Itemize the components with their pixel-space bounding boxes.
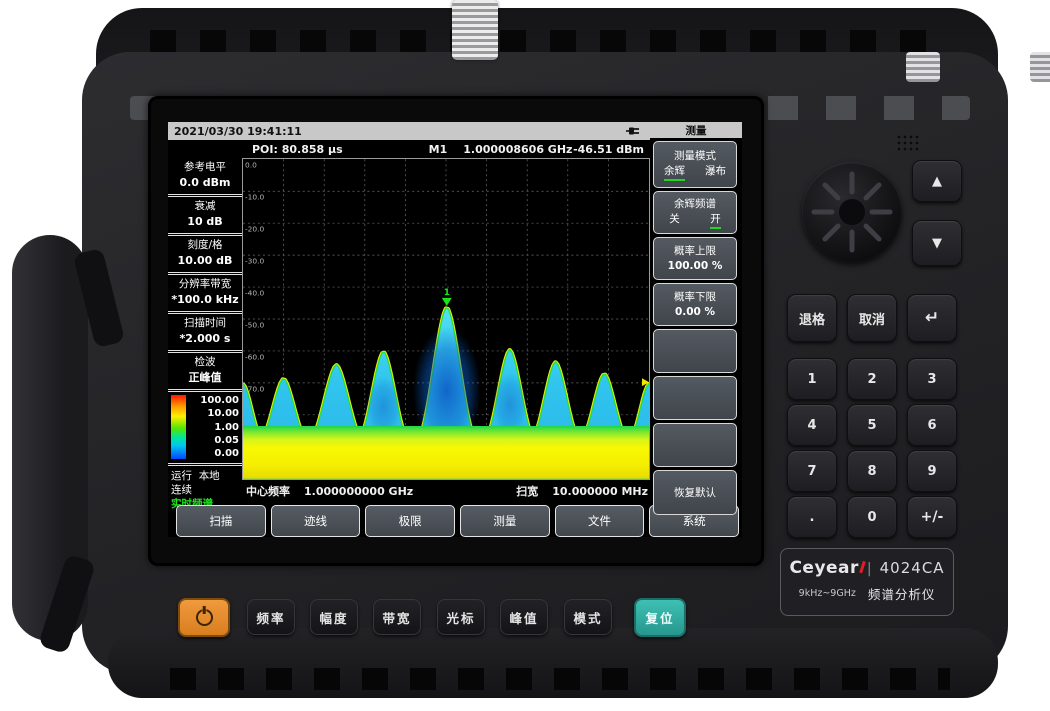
plus-minus-key[interactable]: +/-: [907, 496, 957, 538]
center-freq-label: 中心频率: [246, 483, 290, 499]
marker-key[interactable]: 光标: [437, 599, 485, 635]
softkey-limit[interactable]: 极限: [365, 505, 455, 537]
param-rbw: 分辨率带宽 *100.0 kHz: [168, 275, 242, 314]
marker-frequency: 1.000008606 GHz: [463, 143, 572, 156]
digit-1-key[interactable]: 1: [787, 358, 837, 400]
cancel-button[interactable]: 取消: [847, 294, 897, 342]
param-sweep-time: 扫描时间 *2.000 s: [168, 314, 242, 353]
menu-item-blank[interactable]: [653, 376, 737, 420]
persistence-color-scale: 100.00 10.00 1.00 0.05 0.00: [168, 392, 242, 466]
param-scale-div: 刻度/格 10.00 dB: [168, 236, 242, 275]
softkey-measure[interactable]: 测量: [460, 505, 550, 537]
frequency-range-label: 9kHz~9GHz: [799, 588, 856, 599]
spectrum-plot: 0.0-10.0-20.0-30.0-40.0-50.0-60.0-70.01: [243, 159, 649, 479]
center-freq-value: 1.000000000 GHz: [304, 485, 413, 498]
svg-text:-20.0: -20.0: [245, 225, 265, 234]
power-plug-icon: [625, 125, 642, 137]
softkey-sweep[interactable]: 扫描: [176, 505, 266, 537]
bottom-bumper-ribs: [170, 668, 950, 690]
menu-item-persistence-spectrum[interactable]: 余辉频谱 关 开: [653, 191, 737, 234]
spectrum-analyzer-device: 2021/03/30 19:41:11 POI: 80.858 μs M1 1.…: [0, 0, 1050, 711]
menu-item-measure-mode[interactable]: 测量模式 余辉 瀑布: [653, 141, 737, 188]
digit-3-key[interactable]: 3: [907, 358, 957, 400]
amplitude-key[interactable]: 幅度: [310, 599, 358, 635]
softkey-trace[interactable]: 迹线: [271, 505, 361, 537]
measure-menu-panel: 测量 测量模式 余辉 瀑布 余辉频谱 关 开 概率上: [650, 122, 742, 502]
span-label: 扫宽: [516, 483, 538, 499]
enter-button[interactable]: ↵: [907, 294, 957, 342]
digit-4-key[interactable]: 4: [787, 404, 837, 446]
brand-plate: Ceyear | 4024CA 9kHz~9GHz 频谱分析仪: [780, 548, 954, 616]
svg-text:-50.0: -50.0: [245, 320, 265, 329]
menu-item-blank[interactable]: [653, 423, 737, 467]
reset-key[interactable]: 复位: [634, 598, 686, 637]
param-detector: 检波 正峰值: [168, 353, 242, 392]
menu-title: 测量: [650, 122, 742, 138]
span-value: 10.000000 MHz: [552, 485, 648, 498]
spectrum-display: 0.0-10.0-20.0-30.0-40.0-50.0-60.0-70.01: [242, 158, 650, 480]
digit-5-key[interactable]: 5: [847, 404, 897, 446]
svg-text:-60.0: -60.0: [245, 352, 265, 361]
digit-2-key[interactable]: 2: [847, 358, 897, 400]
digit-7-key[interactable]: 7: [787, 450, 837, 492]
decimal-key[interactable]: .: [787, 496, 837, 538]
param-attenuation: 衰减 10 dB: [168, 197, 242, 236]
sma-connector: [1030, 52, 1050, 82]
softkey-file[interactable]: 文件: [555, 505, 645, 537]
datetime-label: 2021/03/30 19:41:11: [174, 125, 302, 138]
digit-6-key[interactable]: 6: [907, 404, 957, 446]
power-button[interactable]: [178, 598, 230, 637]
frequency-row: 中心频率 1.000000000 GHz 扫宽 10.000000 MHz: [242, 480, 650, 502]
svg-text:-30.0: -30.0: [245, 257, 265, 266]
speaker-grille: [896, 134, 920, 151]
svg-text:0.0: 0.0: [245, 161, 257, 170]
option-off[interactable]: 关: [669, 212, 680, 229]
backspace-button[interactable]: 退格: [787, 294, 837, 342]
digit-9-key[interactable]: 9: [907, 450, 957, 492]
parameter-sidebar: 参考电平 0.0 dBm 衰减 10 dB 刻度/格 10.00 dB 分辨率带…: [168, 158, 242, 502]
rotary-knob[interactable]: [802, 162, 902, 262]
mode-key[interactable]: 模式: [564, 599, 612, 635]
poi-readout: POI: 80.858 μs: [252, 143, 343, 156]
product-name-label: 频谱分析仪: [868, 584, 936, 603]
arrow-down-button[interactable]: ▼: [912, 220, 962, 266]
peak-key[interactable]: 峰值: [500, 599, 548, 635]
knob-spokes-icon: [802, 162, 902, 262]
menu-item-probability-upper[interactable]: 概率上限 100.00 %: [653, 237, 737, 280]
menu-item-probability-lower[interactable]: 概率下限 0.00 %: [653, 283, 737, 326]
bandwidth-key[interactable]: 带宽: [373, 599, 421, 635]
marker-readout-row: POI: 80.858 μs M1 1.000008606 GHz -46.51…: [168, 140, 650, 158]
digit-0-key[interactable]: 0: [847, 496, 897, 538]
lcd-screen: 2021/03/30 19:41:11 POI: 80.858 μs M1 1.…: [168, 122, 742, 537]
marker-amplitude: -46.51 dBm: [573, 143, 644, 156]
menu-item-blank[interactable]: [653, 329, 737, 373]
arrow-up-button[interactable]: ▲: [912, 160, 962, 202]
sma-connector: [906, 52, 940, 82]
power-icon: [196, 609, 213, 626]
rf-input-n-connector: [452, 0, 498, 60]
option-waterfall[interactable]: 瀑布: [705, 164, 726, 181]
frequency-key[interactable]: 频率: [247, 599, 295, 635]
param-ref-level: 参考电平 0.0 dBm: [168, 158, 242, 197]
svg-text:1: 1: [444, 288, 450, 298]
color-scale-labels: 100.00 10.00 1.00 0.05 0.00: [186, 395, 240, 459]
svg-text:-10.0: -10.0: [245, 193, 265, 202]
ceyear-logo: Ceyear: [789, 558, 858, 578]
option-persistence[interactable]: 余辉: [664, 164, 685, 181]
svg-text:-40.0: -40.0: [245, 289, 265, 298]
option-on[interactable]: 开: [710, 212, 721, 229]
marker-id: M1: [429, 143, 448, 156]
status-bar: 2021/03/30 19:41:11: [168, 122, 650, 140]
digit-8-key[interactable]: 8: [847, 450, 897, 492]
model-number: 4024CA: [880, 559, 945, 577]
color-gradient-bar: [171, 395, 186, 459]
menu-item-restore-defaults[interactable]: 恢复默认: [653, 470, 737, 515]
